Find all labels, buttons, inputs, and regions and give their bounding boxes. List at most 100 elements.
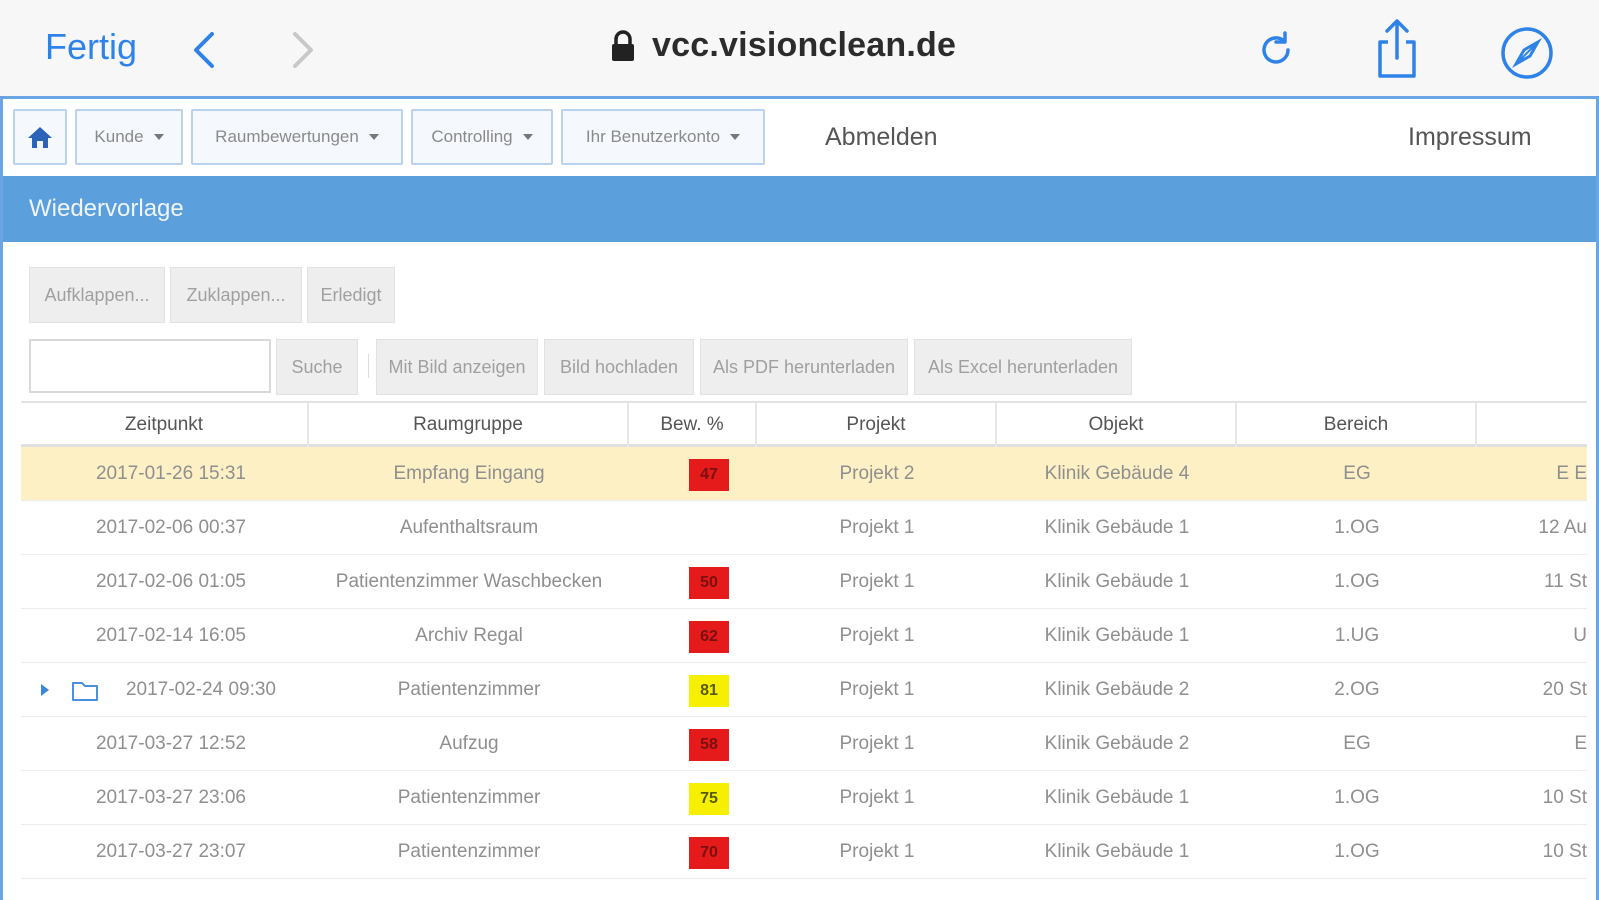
menu-kunde[interactable]: Kunde — [75, 109, 183, 165]
cell-bereich: 1.OG — [1334, 571, 1380, 592]
show-with-image-button[interactable]: Mit Bild anzeigen — [376, 339, 538, 395]
cell-zeitpunkt: 2017-02-24 09:30 — [125, 679, 276, 700]
cell-objekt: Klinik Gebäude 4 — [1044, 463, 1190, 484]
app-frame: Kunde Raumbewertungen Controlling Ihr Be… — [0, 96, 1599, 900]
cell-raumgruppe: Aufenthaltsraum — [399, 517, 539, 538]
download-excel-button[interactable]: Als Excel herunterladen — [914, 339, 1132, 395]
menu-controlling[interactable]: Controlling — [411, 109, 553, 165]
rating-badge: 62 — [689, 621, 729, 653]
rating-badge: 81 — [689, 675, 729, 707]
column-header-bewertung[interactable]: Bew. % — [629, 403, 757, 447]
table-row[interactable]: 2017-01-26 15:31 Empfang Eingang 47 Projekt… — [21, 447, 1587, 501]
cell-zeitpunkt: 2017-02-14 16:05 — [95, 625, 246, 646]
download-pdf-button[interactable]: Als PDF herunterladen — [700, 339, 908, 395]
upload-image-button[interactable]: Bild hochladen — [544, 339, 694, 395]
rating-badge: 50 — [689, 567, 729, 599]
collapse-button[interactable]: Zuklappen... — [170, 267, 302, 323]
cell-raumgruppe: Empfang Eingang — [393, 463, 545, 484]
cell-extra: 12 Au — [1538, 517, 1587, 538]
cell-extra: 11 St — [1544, 571, 1587, 592]
cell-projekt: Projekt 2 — [839, 463, 915, 484]
cell-extra: 10 St — [1542, 787, 1587, 808]
cell-bereich: EG — [1343, 733, 1371, 754]
cell-zeitpunkt: 2017-02-06 01:05 — [95, 571, 246, 592]
cell-bereich: EG — [1343, 463, 1371, 484]
impressum-link[interactable]: Impressum — [1408, 123, 1532, 152]
logout-link[interactable]: Abmelden — [825, 123, 938, 152]
cell-extra: U — [1573, 625, 1587, 646]
results-table: Zeitpunkt Raumgruppe Bew. % Projekt Obje… — [21, 401, 1587, 879]
browser-toolbar: Fertig vcc.visionclean.de — [0, 0, 1599, 96]
caret-down-icon — [368, 134, 379, 140]
cell-extra: 20 St — [1542, 679, 1587, 700]
table-row[interactable]: 2017-03-27 23:06 Patientenzimmer 75 Projekt… — [21, 771, 1587, 825]
search-button[interactable]: Suche — [276, 339, 358, 395]
main-navbar: Kunde Raumbewertungen Controlling Ihr Be… — [3, 99, 1596, 175]
menu-controlling-label: Controlling — [431, 127, 513, 146]
rating-badge: 70 — [689, 837, 729, 869]
home-button[interactable] — [13, 109, 67, 165]
table-row[interactable]: 2017-02-06 01:05 Patientenzimmer Waschbec… — [21, 555, 1587, 609]
cell-bereich: 1.OG — [1334, 841, 1380, 862]
column-header-objekt[interactable]: Objekt — [997, 403, 1237, 447]
menu-raumbewertungen[interactable]: Raumbewertungen — [191, 109, 403, 165]
cell-extra: 10 St — [1542, 841, 1587, 862]
rating-badge: 75 — [689, 783, 729, 815]
column-header-more[interactable] — [1477, 403, 1587, 447]
reload-icon[interactable] — [1254, 28, 1298, 72]
cell-projekt: Projekt 1 — [839, 679, 915, 700]
cell-raumgruppe: Patientenzimmer — [397, 679, 541, 700]
cell-raumgruppe: Patientenzimmer — [397, 841, 541, 862]
table-row[interactable]: 2017-03-27 23:07 Patientenzimmer 70 Projekt… — [21, 825, 1587, 879]
cell-extra: E E — [1556, 463, 1587, 484]
cell-raumgruppe: Archiv Regal — [415, 625, 523, 646]
table-body: 2017-01-26 15:31 Empfang Eingang 47 Projekt… — [21, 447, 1587, 879]
expand-button[interactable]: Aufklappen... — [29, 267, 165, 323]
cell-objekt: Klinik Gebäude 2 — [1044, 733, 1190, 754]
panel-title: Wiedervorlage — [29, 195, 184, 222]
table-header: Zeitpunkt Raumgruppe Bew. % Projekt Obje… — [21, 401, 1587, 447]
column-header-raumgruppe[interactable]: Raumgruppe — [309, 403, 629, 447]
url-text: vcc.visionclean.de — [652, 26, 957, 64]
table-row[interactable]: 2017-02-24 09:30 Patientenzimmer 81 Projekt… — [21, 663, 1587, 717]
cell-raumgruppe: Patientenzimmer Waschbecken — [335, 571, 603, 592]
share-icon[interactable] — [1374, 18, 1420, 80]
cell-projekt: Projekt 1 — [839, 625, 915, 646]
search-input[interactable] — [29, 339, 271, 393]
rating-badge: 58 — [689, 729, 729, 761]
cell-bereich: 1.OG — [1334, 787, 1380, 808]
cell-projekt: Projekt 1 — [839, 733, 915, 754]
cell-projekt: Projekt 1 — [839, 517, 915, 538]
address-bar[interactable]: vcc.visionclean.de — [610, 26, 956, 65]
expand-arrow-icon[interactable] — [41, 684, 49, 696]
done-task-button[interactable]: Erledigt — [307, 267, 395, 323]
back-chevron-icon[interactable] — [186, 30, 222, 70]
cell-zeitpunkt: 2017-02-06 00:37 — [95, 517, 246, 538]
rating-badge: 47 — [689, 459, 729, 491]
done-button[interactable]: Fertig — [45, 26, 137, 68]
forward-chevron-icon[interactable] — [285, 30, 321, 70]
cell-raumgruppe: Aufzug — [439, 733, 499, 754]
table-row[interactable]: 2017-02-06 00:37 Aufenthaltsraum Projekt 1… — [21, 501, 1587, 555]
cell-zeitpunkt: 2017-01-26 15:31 — [95, 463, 246, 484]
compass-icon[interactable] — [1500, 26, 1554, 80]
cell-zeitpunkt: 2017-03-27 12:52 — [95, 733, 246, 754]
menu-benutzerkonto[interactable]: Ihr Benutzerkonto — [561, 109, 765, 165]
cell-bereich: 2.OG — [1334, 679, 1380, 700]
table-row[interactable]: 2017-02-14 16:05 Archiv Regal 62 Projekt 1 K… — [21, 609, 1587, 663]
cell-bereich: 1.UG — [1334, 625, 1380, 646]
cell-extra: E — [1574, 733, 1587, 754]
cell-zeitpunkt: 2017-03-27 23:07 — [95, 841, 246, 862]
cell-objekt: Klinik Gebäude 1 — [1044, 625, 1190, 646]
cell-projekt: Projekt 1 — [839, 787, 915, 808]
table-row[interactable]: 2017-03-27 12:52 Aufzug 58 Projekt 1 Klinik … — [21, 717, 1587, 771]
cell-objekt: Klinik Gebäude 2 — [1044, 679, 1190, 700]
column-header-bereich[interactable]: Bereich — [1237, 403, 1477, 447]
column-header-projekt[interactable]: Projekt — [757, 403, 997, 447]
caret-down-icon — [153, 134, 164, 140]
cell-objekt: Klinik Gebäude 1 — [1044, 517, 1190, 538]
folder-icon — [72, 682, 98, 701]
menu-raumbewertungen-label: Raumbewertungen — [215, 127, 359, 146]
home-icon — [28, 127, 52, 148]
column-header-zeitpunkt[interactable]: Zeitpunkt — [21, 403, 309, 447]
